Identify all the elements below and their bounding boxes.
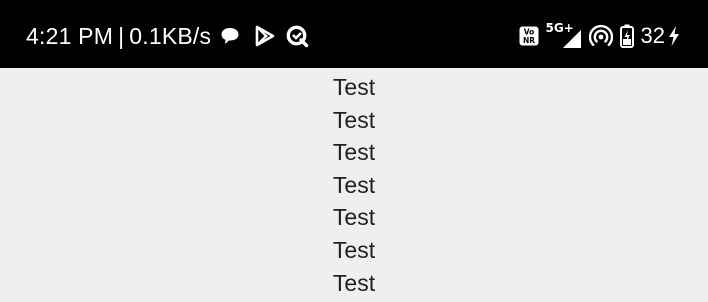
status-bar-left: 4:21 PM | 0.1KB/s bbox=[26, 23, 309, 50]
chat-bubble-icon bbox=[220, 26, 240, 46]
signal-5g-plus-icon: 5G+ bbox=[546, 21, 582, 51]
battery-percentage: 32 bbox=[640, 23, 665, 48]
clock: 4:21 PM bbox=[26, 22, 114, 49]
charging-bolt-icon bbox=[668, 26, 680, 46]
list-item: Test bbox=[332, 236, 376, 263]
list-item: Test bbox=[332, 269, 376, 296]
list-item: Test bbox=[332, 171, 376, 198]
test-list: Test Test Test Test Test Test Test bbox=[0, 68, 708, 302]
status-bar-right: Vo NR 5G+ 32 bbox=[519, 21, 680, 51]
list-item: Test bbox=[332, 106, 376, 133]
list-item: Test bbox=[332, 204, 376, 231]
vonr-icon: Vo NR bbox=[519, 26, 539, 46]
hotspot-icon bbox=[588, 24, 613, 48]
status-bar: 4:21 PM | 0.1KB/s Vo NR 5G+ 32 bbox=[0, 0, 708, 68]
play-store-icon bbox=[254, 25, 276, 47]
svg-text:NR: NR bbox=[522, 36, 534, 45]
status-separator: | bbox=[118, 22, 125, 49]
q-app-icon bbox=[285, 24, 309, 48]
list-item: Test bbox=[332, 139, 376, 166]
battery-icon bbox=[619, 24, 634, 48]
network-speed: 0.1KB/s bbox=[129, 22, 212, 49]
list-item: Test bbox=[332, 74, 376, 100]
